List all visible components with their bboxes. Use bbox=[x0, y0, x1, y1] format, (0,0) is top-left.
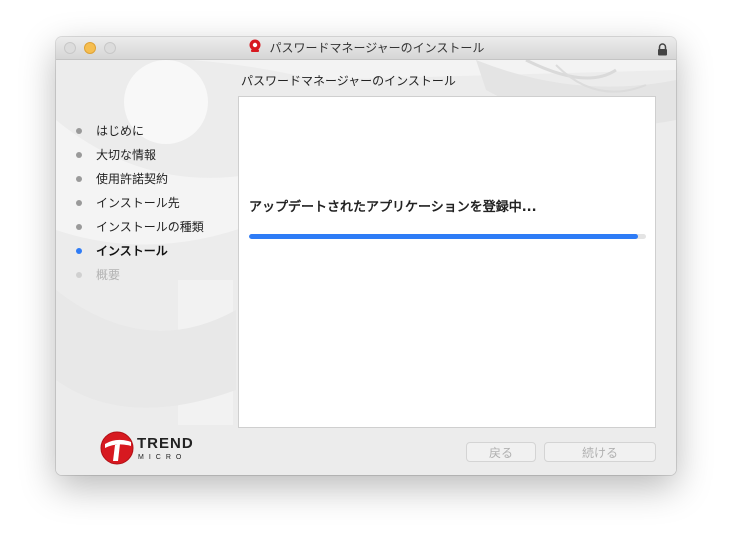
step-dot-icon bbox=[76, 128, 82, 134]
step-dot-icon bbox=[76, 200, 82, 206]
installer-header: パスワードマネージャーのインストール bbox=[241, 74, 456, 88]
trend-micro-logo-icon bbox=[100, 431, 134, 465]
trend-micro-logo: TREND MICRO bbox=[100, 431, 210, 467]
install-progress-fill bbox=[249, 234, 639, 239]
step-label: インストール先 bbox=[96, 196, 180, 210]
install-progress-bar bbox=[249, 234, 646, 239]
step-summary: 概要 bbox=[74, 263, 204, 287]
step-readme: 大切な情報 bbox=[74, 143, 204, 167]
step-dot-icon bbox=[76, 224, 82, 230]
password-manager-icon bbox=[248, 38, 262, 60]
window-title: パスワードマネージャーのインストール bbox=[269, 41, 485, 55]
step-list: はじめに 大切な情報 使用許諾契約 インストール先 インストールの種類 インスト… bbox=[74, 119, 204, 287]
step-dot-icon bbox=[76, 272, 82, 278]
step-license: 使用許諾契約 bbox=[74, 167, 204, 191]
step-installation: インストール bbox=[74, 239, 204, 263]
window-title-area: パスワードマネージャーのインストール bbox=[56, 37, 676, 59]
installer-window: パスワードマネージャーのインストール パスワードマネージャーのインストール はじ… bbox=[56, 37, 676, 475]
step-install-type: インストールの種類 bbox=[74, 215, 204, 239]
step-label: はじめに bbox=[96, 124, 145, 138]
step-label: 使用許諾契約 bbox=[96, 172, 169, 186]
logo-brand-text: TREND bbox=[137, 435, 194, 452]
step-label: インストール bbox=[96, 244, 168, 258]
lock-icon bbox=[657, 41, 668, 60]
logo-sub-text: MICRO bbox=[138, 454, 187, 461]
back-button[interactable]: 戻る bbox=[466, 442, 536, 462]
main-panel: アップデートされたアプリケーションを登録中... bbox=[238, 96, 656, 428]
step-label: インストールの種類 bbox=[96, 220, 204, 234]
continue-button[interactable]: 続ける bbox=[544, 442, 656, 462]
step-dot-icon bbox=[76, 176, 82, 182]
step-label: 概要 bbox=[96, 268, 121, 282]
installer-content: パスワードマネージャーのインストール はじめに 大切な情報 使用許諾契約 インス… bbox=[56, 60, 676, 475]
step-intro: はじめに bbox=[74, 119, 204, 143]
install-status-text: アップデートされたアプリケーションを登録中... bbox=[249, 200, 537, 215]
step-label: 大切な情報 bbox=[96, 148, 157, 162]
step-dot-icon bbox=[76, 152, 82, 158]
step-destination: インストール先 bbox=[74, 191, 204, 215]
title-bar: パスワードマネージャーのインストール bbox=[56, 37, 676, 60]
step-dot-icon bbox=[76, 248, 82, 254]
